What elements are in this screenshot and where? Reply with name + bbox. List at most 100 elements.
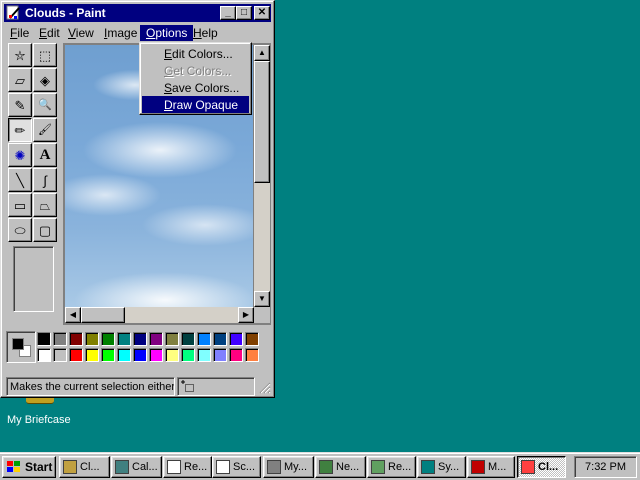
tool-curve[interactable]: ∫ xyxy=(33,168,57,192)
taskbar: Start Cl... Cal... Re... Sc... My... Ne... Re.… xyxy=(0,452,640,480)
tool-polygon[interactable]: ⏢ xyxy=(33,193,57,217)
tool-pencil[interactable]: ✏ xyxy=(8,118,32,142)
start-button[interactable]: Start xyxy=(2,456,56,478)
taskbar-button-label: M... xyxy=(488,461,507,473)
taskbar-button[interactable]: Re... xyxy=(367,456,416,478)
taskbar-button[interactable]: M... xyxy=(467,456,515,478)
palette-swatch[interactable] xyxy=(133,332,147,346)
menu-item-get-colors[interactable]: Get Colors... xyxy=(142,62,249,79)
tool-ellipse[interactable]: ⬭ xyxy=(8,218,32,242)
palette-swatch[interactable] xyxy=(37,348,51,362)
palette-swatch[interactable] xyxy=(117,348,131,362)
scroll-corner xyxy=(254,307,270,323)
scroll-up-button[interactable]: ▲ xyxy=(254,45,270,61)
tool-rounded-rect[interactable]: ▢ xyxy=(33,218,57,242)
palette-swatch[interactable] xyxy=(245,348,259,362)
tool-options-box[interactable] xyxy=(13,246,54,312)
palette-swatch[interactable] xyxy=(181,332,195,346)
desktop-icon-my-briefcase[interactable]: My Briefcase xyxy=(0,396,80,432)
tool-pick-color[interactable]: ✎ xyxy=(8,93,32,117)
scroll-left-button[interactable]: ◀ xyxy=(65,307,81,323)
palette-swatch[interactable] xyxy=(165,332,179,346)
menu-item-save-colors[interactable]: Save Colors... xyxy=(142,79,249,96)
close-button[interactable]: ✕ xyxy=(254,6,270,20)
palette-swatch[interactable] xyxy=(133,348,147,362)
palette-swatch[interactable] xyxy=(149,332,163,346)
ellipse-icon: ⬭ xyxy=(14,222,26,238)
scroll-right-button[interactable]: ▶ xyxy=(238,307,254,323)
taskbar-button[interactable]: Cl... xyxy=(517,456,566,478)
tool-free-form-select[interactable]: ⛦ xyxy=(8,43,32,67)
tool-fill[interactable]: ◈ xyxy=(33,68,57,92)
tool-palette: ⛦ ⬚ ▱ ◈ ✎ 🔍 ✏ 🖌 ✺ A ╲ ∫ ▭ ⏢ ⬭ ▢ xyxy=(6,43,60,315)
tool-text[interactable]: A xyxy=(33,143,57,167)
taskbar-button[interactable]: My... xyxy=(263,456,314,478)
palette-swatch[interactable] xyxy=(213,348,227,362)
taskbar-button[interactable]: Ne... xyxy=(315,456,366,478)
title-bar[interactable]: Clouds - Paint _ □ ✕ xyxy=(4,4,271,22)
tool-airbrush[interactable]: ✺ xyxy=(8,143,32,167)
menu-view[interactable]: View xyxy=(62,25,100,41)
tool-brush[interactable]: 🖌 xyxy=(33,118,57,142)
vertical-scroll-thumb[interactable] xyxy=(254,61,270,183)
palette-swatch[interactable] xyxy=(197,332,211,346)
taskbar-button-label: Cal... xyxy=(132,461,158,473)
palette-swatch[interactable] xyxy=(53,348,67,362)
text-icon: A xyxy=(39,146,51,163)
taskbar-button-label: Re... xyxy=(184,461,208,473)
palette-swatch[interactable] xyxy=(117,332,131,346)
taskbar-button[interactable]: Re... xyxy=(163,456,212,478)
resize-grip-icon[interactable] xyxy=(258,381,271,394)
palette-swatch[interactable] xyxy=(53,332,67,346)
tool-magnifier[interactable]: 🔍 xyxy=(33,93,57,117)
taskbar-button[interactable]: Cl... xyxy=(59,456,110,478)
menu-item-edit-colors[interactable]: Edit Colors... xyxy=(142,45,249,62)
palette-swatch[interactable] xyxy=(229,348,243,362)
maximize-button[interactable]: □ xyxy=(236,6,252,20)
palette-swatch[interactable] xyxy=(69,332,83,346)
menu-item-draw-opaque[interactable]: Draw Opaque xyxy=(142,96,249,113)
status-bar: Makes the current selection either xyxy=(6,377,271,396)
palette-swatch[interactable] xyxy=(101,332,115,346)
palette-swatch[interactable] xyxy=(101,348,115,362)
scroll-down-button[interactable]: ▼ xyxy=(254,291,270,307)
minimize-button[interactable]: _ xyxy=(220,6,236,20)
horizontal-scroll-thumb[interactable] xyxy=(81,307,125,323)
horizontal-scrollbar[interactable]: ◀ ▶ xyxy=(65,307,254,323)
menu-image[interactable]: Image xyxy=(98,25,143,41)
palette-swatch[interactable] xyxy=(245,332,259,346)
free-form-select-icon: ⛦ xyxy=(14,47,26,63)
taskbar-button-label: My... xyxy=(284,461,308,473)
current-colors-box xyxy=(6,331,36,363)
clock[interactable]: 7:32 PM xyxy=(585,461,626,473)
palette-swatch[interactable] xyxy=(69,348,83,362)
palette-swatch[interactable] xyxy=(85,332,99,346)
taskbar-button[interactable]: Sy... xyxy=(417,456,466,478)
palette-swatch[interactable] xyxy=(165,348,179,362)
palette-swatch[interactable] xyxy=(85,348,99,362)
menu-help[interactable]: Help xyxy=(187,25,224,41)
foreground-color[interactable] xyxy=(12,338,24,350)
palette-swatch[interactable] xyxy=(213,332,227,346)
tool-rect-select[interactable]: ⬚ xyxy=(33,43,57,67)
airbrush-icon: ✺ xyxy=(14,147,26,163)
vertical-scrollbar[interactable]: ▲ ▼ xyxy=(254,45,270,307)
tool-rectangle[interactable]: ▭ xyxy=(8,193,32,217)
menu-options[interactable]: Options xyxy=(140,25,194,41)
calculator-icon xyxy=(115,460,129,474)
tool-eraser[interactable]: ▱ xyxy=(8,68,32,92)
menu-edit[interactable]: Edit xyxy=(33,25,66,41)
menu-file[interactable]: File xyxy=(4,25,35,41)
tool-line[interactable]: ╲ xyxy=(8,168,32,192)
taskbar-button[interactable]: Sc... xyxy=(212,456,261,478)
taskbar-button[interactable]: Cal... xyxy=(111,456,162,478)
palette-swatch[interactable] xyxy=(37,332,51,346)
options-menu: Edit Colors... Get Colors... Save Colors… xyxy=(139,42,252,115)
window-title: Clouds - Paint xyxy=(25,6,106,20)
pencil-icon: ✏ xyxy=(14,122,26,138)
palette-swatch[interactable] xyxy=(181,348,195,362)
paint-window: Clouds - Paint _ □ ✕ File Edit View Imag… xyxy=(0,0,275,398)
palette-swatch[interactable] xyxy=(197,348,211,362)
palette-swatch[interactable] xyxy=(229,332,243,346)
palette-swatch[interactable] xyxy=(149,348,163,362)
